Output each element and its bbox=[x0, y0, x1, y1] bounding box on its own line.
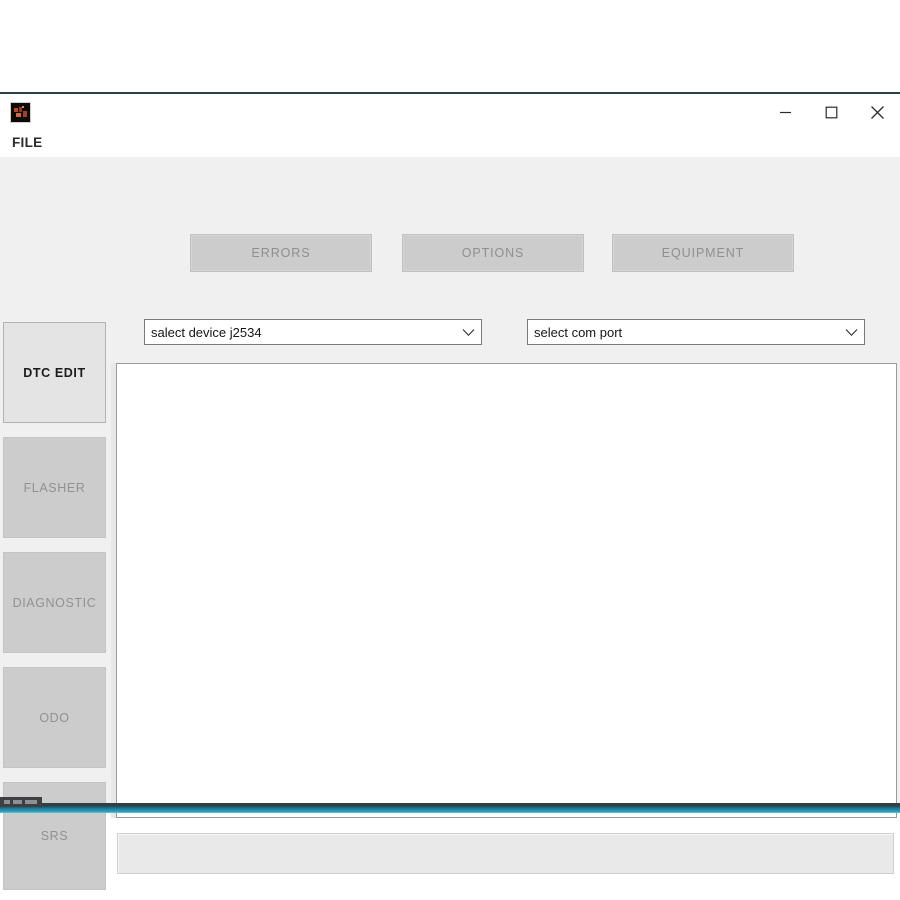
application-window: FILE ERRORS OPTIONS EQUIPMENT salect dev… bbox=[0, 92, 900, 890]
status-bar-panel bbox=[117, 833, 894, 874]
com-port-select[interactable]: select com port bbox=[527, 319, 865, 345]
options-button[interactable]: OPTIONS bbox=[402, 234, 584, 272]
sidebar-item-flasher[interactable]: FLASHER bbox=[3, 437, 106, 538]
window-controls bbox=[762, 94, 900, 131]
com-port-select-value: select com port bbox=[534, 324, 623, 340]
sidebar-item-dtc-edit[interactable]: DTC EDIT bbox=[3, 322, 106, 423]
title-bar bbox=[0, 94, 900, 132]
close-icon[interactable] bbox=[854, 94, 900, 131]
app-icon bbox=[10, 102, 31, 123]
sidebar-item-diagnostic[interactable]: DIAGNOSTIC bbox=[3, 552, 106, 653]
chevron-down-icon bbox=[838, 328, 864, 337]
menu-item-file[interactable]: FILE bbox=[8, 133, 46, 152]
log-output-panel[interactable] bbox=[116, 363, 897, 818]
taskbar-corner-fragment bbox=[0, 797, 42, 807]
page-root: FILE ERRORS OPTIONS EQUIPMENT salect dev… bbox=[0, 0, 900, 900]
bottom-accent-strip bbox=[0, 806, 900, 813]
sidebar-item-odo[interactable]: ODO bbox=[3, 667, 106, 768]
minimize-icon[interactable] bbox=[762, 94, 808, 131]
device-select[interactable]: salect device j2534 bbox=[144, 319, 482, 345]
menu-bar: FILE bbox=[0, 131, 900, 157]
chevron-down-icon bbox=[455, 328, 481, 337]
maximize-icon[interactable] bbox=[808, 94, 854, 131]
device-select-value: salect device j2534 bbox=[151, 324, 262, 340]
client-area: ERRORS OPTIONS EQUIPMENT salect device j… bbox=[0, 157, 900, 890]
equipment-button[interactable]: EQUIPMENT bbox=[612, 234, 794, 272]
errors-button[interactable]: ERRORS bbox=[190, 234, 372, 272]
